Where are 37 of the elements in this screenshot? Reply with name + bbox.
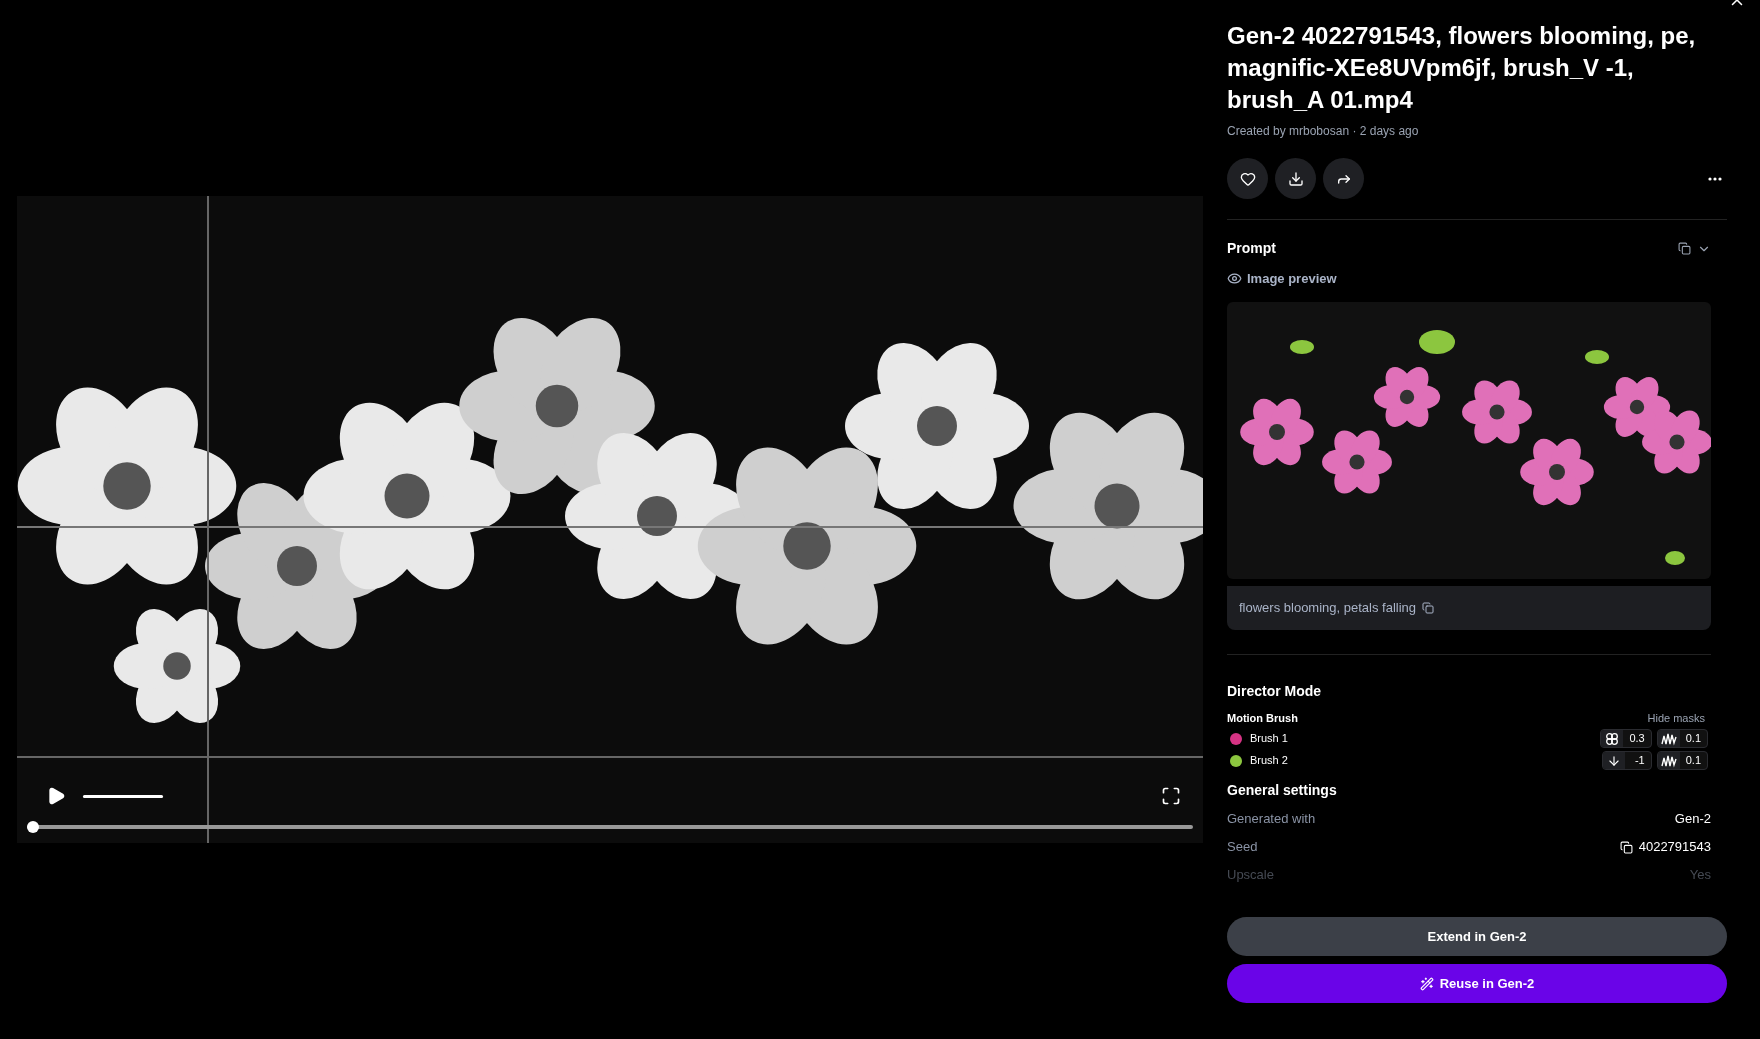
hide-masks-link[interactable]: Hide masks bbox=[1647, 709, 1705, 726]
wave-icon bbox=[1660, 753, 1677, 768]
copy-icon[interactable] bbox=[1678, 242, 1691, 255]
wave-icon bbox=[1660, 731, 1677, 746]
parameter-value: 0.1 bbox=[1684, 731, 1702, 747]
prompt-text: flowers blooming, petals falling bbox=[1239, 598, 1417, 617]
setting-value: 4022791543 bbox=[1638, 838, 1711, 857]
setting-label: Upscale bbox=[1227, 866, 1274, 885]
progress-bar[interactable] bbox=[27, 821, 1193, 833]
extend-button[interactable]: Extend in Gen-2 bbox=[1227, 917, 1727, 956]
setting-value: Yes bbox=[1689, 866, 1711, 885]
file-title: Gen-2 4022791543, flowers blooming, pe, magnific-XEe8UVpm6jf, brush_V -1, brush_A 01.mp4 bbox=[1227, 21, 1697, 115]
brush-name: Brush 2 bbox=[1250, 753, 1288, 769]
parameter-value: 0.1 bbox=[1684, 753, 1702, 769]
reuse-button[interactable]: Reuse in Gen-2 bbox=[1227, 964, 1727, 1003]
subheading: Motion Brush bbox=[1227, 710, 1298, 726]
parameter-value: 0.3 bbox=[1628, 731, 1646, 747]
brush-name: Brush 1 bbox=[1250, 731, 1288, 747]
copy-icon[interactable] bbox=[1619, 840, 1633, 854]
image-preview-toggle[interactable]: Image preview bbox=[1227, 269, 1337, 289]
section-heading: Prompt bbox=[1227, 239, 1276, 258]
setting-value: Gen-2 bbox=[1674, 810, 1711, 829]
section-heading: General settings bbox=[1227, 781, 1338, 800]
eye-icon bbox=[1227, 271, 1242, 287]
setting-label: Seed bbox=[1227, 838, 1258, 857]
section-heading: Director Mode bbox=[1227, 681, 1323, 701]
download-button[interactable] bbox=[1275, 158, 1316, 199]
parameter-value: -1 bbox=[1633, 753, 1646, 769]
like-button[interactable] bbox=[1227, 158, 1268, 199]
setting-label: Generated with bbox=[1227, 810, 1316, 829]
share-button[interactable] bbox=[1323, 158, 1364, 199]
heart-icon bbox=[1239, 170, 1256, 187]
byline: Created by mrbobosan · 2 days ago bbox=[1227, 123, 1420, 140]
more-icon bbox=[1708, 176, 1722, 181]
magic-wand-icon bbox=[1419, 976, 1434, 991]
four-circles-icon bbox=[1605, 731, 1620, 746]
download-icon bbox=[1287, 170, 1304, 187]
